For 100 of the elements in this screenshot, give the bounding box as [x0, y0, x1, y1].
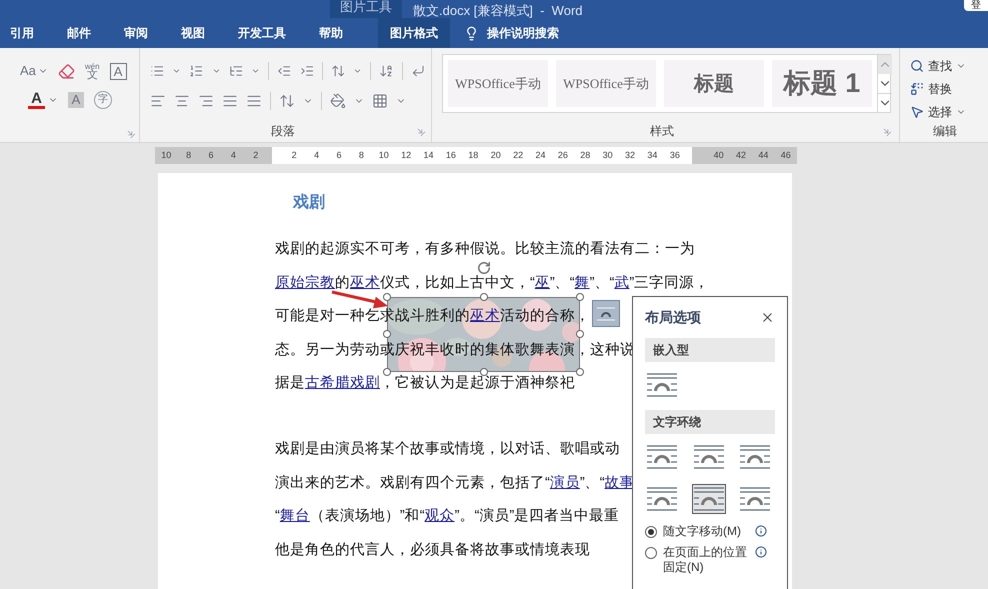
link[interactable]: 舞台 [280, 508, 310, 524]
info-icon [755, 525, 767, 537]
document-heading: 戏剧 [293, 192, 326, 213]
ruler-number: 18 [467, 149, 480, 162]
text-line: 戏剧是由演员将某个故事或情境，以对话、歌唱或动 [275, 441, 620, 457]
ruler-number: 10 [160, 149, 172, 162]
wrap-icon [597, 306, 615, 320]
change-case-button[interactable]: Aa [20, 61, 48, 81]
radio-button[interactable] [645, 526, 657, 538]
link[interactable]: 巫术 [350, 274, 380, 290]
ruler-number: 8 [358, 149, 365, 162]
ruler-number: 4 [313, 149, 320, 162]
ruler-number: 46 [780, 149, 792, 162]
ruler-number: 32 [624, 149, 636, 162]
ribbon-tab[interactable]: 图片格式 [378, 18, 450, 48]
ruler-number: 36 [668, 149, 681, 162]
ribbon-tab[interactable]: 开发工具 [230, 18, 294, 48]
link[interactable]: 观众 [424, 508, 455, 524]
ruler-number: 16 [444, 149, 457, 162]
info-icon [755, 546, 767, 558]
tell-me-search[interactable]: 操作说明搜索 [487, 24, 559, 42]
ruler-number: 6 [207, 149, 214, 162]
radio-label: 在页面上的位置固定(N) [663, 545, 748, 575]
group-label: 编辑 [932, 124, 958, 138]
ruler-number: 2 [252, 149, 260, 162]
ruler-number: 24 [534, 149, 546, 162]
ruler-number: 40 [712, 149, 725, 162]
align-left-icon[interactable] [150, 93, 166, 109]
line-spacing-icon[interactable] [279, 93, 295, 109]
text-line: 戏剧的起源实不可考，有多种假说。比较主流的看法有二：一为 [275, 241, 695, 257]
ruler-number: 34 [646, 149, 658, 162]
link[interactable]: 演员 [550, 474, 580, 490]
ribbon-tab[interactable]: 引用 [2, 18, 42, 48]
link[interactable]: 舞 [574, 274, 590, 290]
pointer-icon [910, 104, 924, 118]
numbering-icon[interactable] [189, 63, 204, 79]
ruler-number: 42 [735, 149, 748, 162]
ribbon-tab[interactable]: 审阅 [116, 18, 156, 48]
rotate-handle[interactable] [477, 261, 491, 275]
text-line: 演出来的艺术。戏剧有四个元素，包括了“演员”、“故事 [275, 474, 635, 490]
link[interactable]: 武 [614, 274, 630, 290]
phonetic-guide-button[interactable]: wén 文 [84, 62, 100, 80]
ruler-number: 10 [378, 149, 390, 162]
ruler-number: 8 [185, 149, 192, 162]
borders-icon[interactable] [372, 93, 388, 109]
paragraph-mark-icon[interactable] [410, 63, 426, 79]
style-tile[interactable]: 标题 [664, 60, 764, 107]
editing-button[interactable]: 选择 [910, 100, 980, 123]
shading-icon[interactable] [330, 93, 346, 109]
arrow-annotation [331, 289, 389, 310]
panel-title: 布局选项 [645, 308, 701, 327]
radio-label: 随文字移动(M) [663, 524, 742, 539]
replace-icon [910, 82, 924, 96]
style-tile[interactable]: WPSOffice手动 [556, 60, 656, 107]
wrap-option[interactable] [692, 484, 726, 514]
enclose-characters-button[interactable]: 字 [94, 91, 112, 109]
sort-icon[interactable] [379, 63, 394, 79]
ruler-number: 6 [335, 149, 342, 162]
link[interactable]: 古希腊戏剧 [305, 375, 380, 391]
justify-icon[interactable] [222, 93, 238, 109]
ruler-number: 20 [490, 149, 502, 162]
text-line: 据是古希腊戏剧，它被认为是起源于酒神祭祀 [275, 375, 575, 391]
ruler-number: 2 [290, 149, 298, 162]
lightbulb-icon [464, 26, 479, 40]
section-header: 文字环绕 [645, 410, 775, 434]
link[interactable]: 故事 [604, 474, 635, 490]
context-tab-label: 图片工具 [330, 0, 402, 18]
ribbon-tab[interactable]: 帮助 [311, 18, 351, 48]
layout-options-button[interactable] [592, 300, 620, 327]
ruler-number: 28 [579, 149, 592, 162]
window-title: 散文.docx [兼容模式] - Word [413, 4, 583, 18]
character-border-button[interactable]: A [110, 62, 127, 80]
editing-button[interactable]: 替换 [910, 77, 980, 100]
style-tile[interactable]: WPSOffice手动 [448, 60, 548, 107]
search-icon [910, 58, 924, 72]
link[interactable]: 巫 [534, 274, 550, 290]
ribbon-tab[interactable]: 视图 [173, 18, 213, 48]
section-header: 嵌入型 [645, 338, 775, 362]
ruler-number: 12 [400, 149, 412, 162]
align-right-icon[interactable] [198, 93, 214, 109]
ruler-number: 30 [602, 149, 614, 162]
eraser-icon[interactable] [58, 62, 75, 80]
style-tile[interactable]: 标题 1 [772, 60, 872, 107]
ruler-number: 4 [230, 149, 237, 162]
distributed-icon[interactable] [246, 93, 262, 109]
text-line: 可能是对一种乞求战斗胜利的巫术活动的合称， [275, 308, 590, 324]
font-color-button[interactable]: A [28, 91, 45, 109]
editing-button[interactable]: 查找 [910, 54, 980, 77]
ruler-number: 14 [422, 149, 435, 162]
text-line: 他是角色的代言人，必须具备将故事或情境表现 [275, 542, 590, 558]
link[interactable]: 原始宗教 [275, 274, 335, 290]
group-label: 样式 [649, 124, 675, 138]
text-line: 原始宗教的巫术仪式，比如上古中文，“巫”、“舞”、“武”三字同源， [275, 274, 710, 290]
radio-button[interactable] [645, 547, 657, 559]
group-label: 段落 [270, 124, 296, 138]
align-center-icon[interactable] [174, 93, 190, 109]
text-line: “舞台（表演场地）”和“观众”。“演员”是四者当中最重 [275, 508, 620, 524]
ruler-number: 44 [757, 149, 770, 162]
ribbon-tab[interactable]: 邮件 [59, 18, 99, 48]
ruler-number: 26 [556, 149, 569, 162]
